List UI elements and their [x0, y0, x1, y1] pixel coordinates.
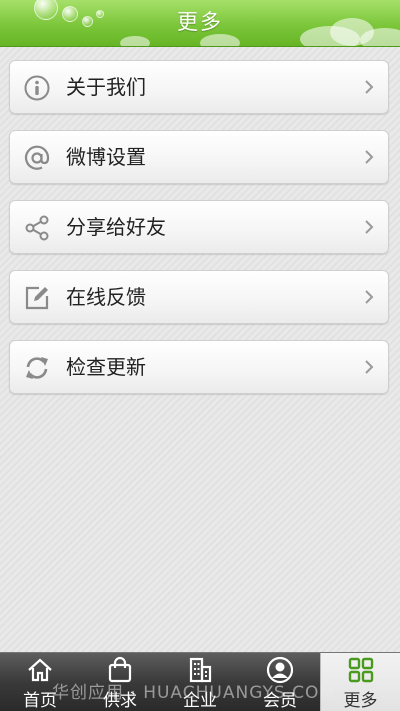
share-icon [25, 215, 49, 241]
page-title: 更多 [177, 10, 223, 34]
tab-home[interactable]: 首页 [0, 653, 80, 711]
menu-item-label: 微博设置 [66, 145, 146, 169]
menu-item-label: 关于我们 [66, 75, 146, 99]
bag-icon [108, 656, 132, 683]
chevron-right-icon [365, 220, 374, 234]
menu-item-about-us[interactable]: 关于我们 [9, 60, 389, 114]
tab-more[interactable]: 更多 [320, 653, 400, 711]
tab-enterprise[interactable]: 企业 [160, 653, 240, 711]
tab-member[interactable]: 会员 [240, 653, 320, 711]
tab-supply-demand[interactable]: 供求 [80, 653, 160, 711]
home-icon [28, 658, 52, 682]
menu-item-label: 分享给好友 [66, 215, 166, 239]
user-icon [266, 656, 294, 684]
menu-item-label: 检查更新 [66, 355, 146, 379]
chevron-right-icon [365, 150, 374, 164]
menu-item-check-update[interactable]: 检查更新 [9, 340, 389, 394]
tab-label: 更多 [343, 691, 378, 711]
chevron-right-icon [365, 290, 374, 304]
info-icon [24, 75, 50, 101]
refresh-icon [26, 357, 48, 379]
chevron-right-icon [365, 80, 374, 94]
menu-item-share-friends[interactable]: 分享给好友 [9, 200, 389, 254]
menu-item-online-feedback[interactable]: 在线反馈 [9, 270, 389, 324]
menu-item-weibo-settings[interactable]: 微博设置 [9, 130, 389, 184]
menu-item-label: 在线反馈 [66, 285, 146, 309]
grid-icon [348, 657, 374, 683]
tab-label: 供求 [103, 691, 137, 711]
header-bar: 更多 [0, 0, 400, 47]
edit-icon [25, 286, 49, 310]
tab-label: 会员 [263, 691, 297, 711]
building-icon [189, 657, 212, 683]
tab-label: 首页 [23, 691, 57, 711]
bottom-tab-bar: 首页 供求 企业 会员 更多 [0, 652, 400, 711]
tab-label: 企业 [183, 691, 217, 711]
chevron-right-icon [365, 360, 374, 374]
more-menu: 关于我们 微博设置 分享给好友 在线反馈 检查更新 [9, 60, 389, 410]
at-icon [24, 145, 50, 170]
